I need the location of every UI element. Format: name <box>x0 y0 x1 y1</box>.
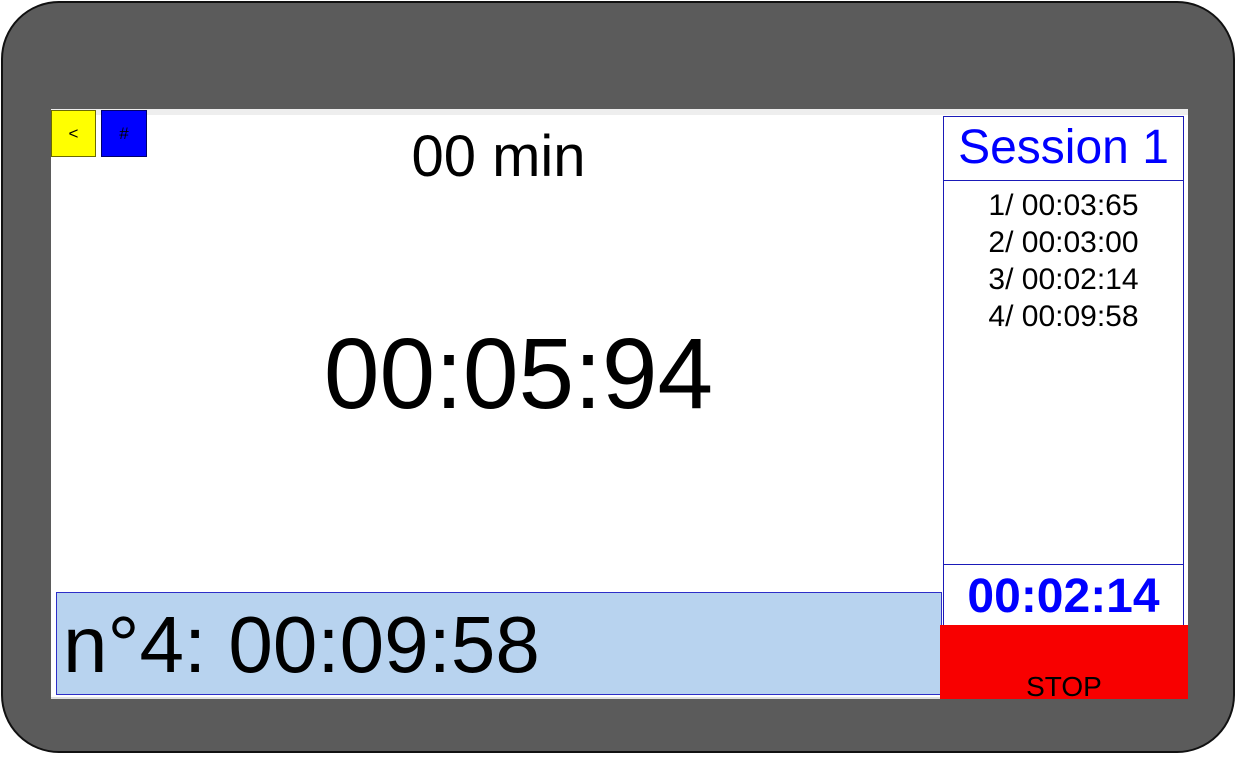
back-button[interactable]: < <box>51 110 96 157</box>
stop-button[interactable]: STOP <box>940 625 1188 699</box>
minutes-display: 00 min <box>411 124 586 189</box>
stopwatch-screen: < # 00 min 00:05:94 n°4: 00:09:58 Sessio… <box>51 109 1188 699</box>
list-item: 1/ 00:03:65 <box>988 189 1139 222</box>
hash-button[interactable]: # <box>101 110 147 157</box>
last-lap-display: n°4: 00:09:58 <box>56 592 942 695</box>
stop-button-label: STOP <box>1026 671 1102 700</box>
laps-list: 1/ 00:03:65 2/ 00:03:00 3/ 00:02:14 4/ 0… <box>944 187 1183 335</box>
list-item: 3/ 00:02:14 <box>988 263 1139 296</box>
bottom-divider <box>51 697 941 699</box>
list-item: 2/ 00:03:00 <box>988 226 1139 259</box>
main-timer-display: 00:05:94 <box>323 318 714 430</box>
best-lap-display: 00:02:14 <box>943 564 1184 634</box>
back-button-label: < <box>68 123 79 143</box>
session-title: Session 1 <box>944 117 1183 181</box>
session-panel: Session 1 1/ 00:03:65 2/ 00:03:00 3/ 00:… <box>943 116 1184 625</box>
last-lap-text: n°4: 00:09:58 <box>63 600 540 689</box>
list-item: 4/ 00:09:58 <box>988 300 1139 333</box>
top-strip <box>51 109 1188 115</box>
hash-button-label: # <box>119 123 129 143</box>
